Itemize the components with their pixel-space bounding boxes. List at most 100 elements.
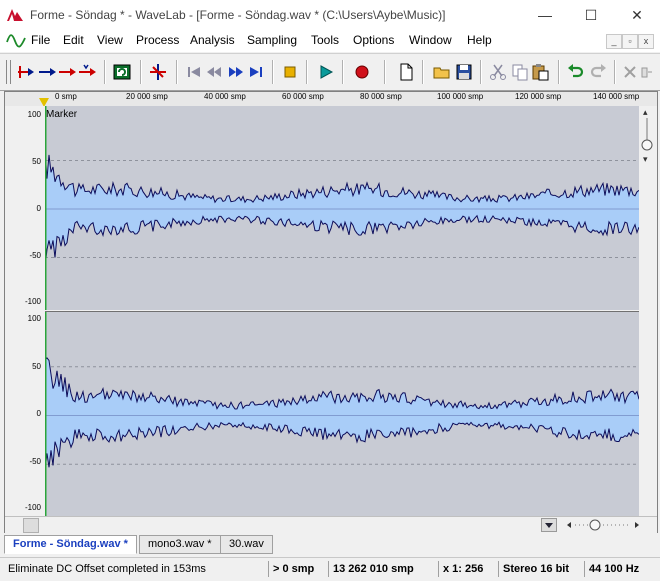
marker-next-icon[interactable] bbox=[58, 62, 78, 82]
menu-process[interactable]: Process bbox=[136, 33, 179, 47]
time-ruler[interactable]: 0 smp 20 000 smp 40 000 smp 60 000 smp 8… bbox=[5, 92, 657, 107]
go-start-icon[interactable] bbox=[184, 62, 204, 82]
waveform-left bbox=[45, 106, 639, 310]
y-axis-top: 100 50 0 -50 -100 bbox=[5, 106, 45, 310]
marker-set-icon[interactable] bbox=[78, 62, 98, 82]
maximize-button[interactable]: ☐ bbox=[568, 0, 614, 30]
document-tabs: Forme - Söndag.wav * mono3.wav * 30.wav bbox=[0, 533, 660, 555]
toolbar-separator bbox=[272, 60, 274, 84]
tab-30[interactable]: 30.wav bbox=[220, 535, 273, 554]
split-icon[interactable] bbox=[148, 62, 168, 82]
ruler-label: 120 000 smp bbox=[515, 92, 562, 101]
toolbar-grip[interactable] bbox=[6, 60, 11, 84]
toolbar-separator bbox=[480, 60, 482, 84]
y-label: 0 bbox=[36, 204, 41, 213]
trim-icon[interactable] bbox=[640, 62, 660, 82]
menu-window[interactable]: Window bbox=[409, 33, 452, 47]
copy-icon[interactable] bbox=[510, 62, 530, 82]
toolbar-separator bbox=[614, 60, 616, 84]
minimize-button[interactable]: — bbox=[522, 0, 568, 30]
y-label: 100 bbox=[27, 314, 41, 323]
stop-icon[interactable] bbox=[280, 62, 300, 82]
redo-icon[interactable] bbox=[588, 62, 608, 82]
go-end-icon[interactable] bbox=[246, 62, 266, 82]
marker-label: Marker bbox=[46, 109, 78, 120]
status-zoom[interactable]: x 1: 256 bbox=[438, 561, 483, 577]
wave-icon[interactable] bbox=[6, 33, 26, 49]
toolbar-separator bbox=[104, 60, 106, 84]
menu-tools[interactable]: Tools bbox=[311, 33, 339, 47]
record-icon[interactable] bbox=[352, 62, 372, 82]
paste-icon[interactable] bbox=[530, 62, 550, 82]
waveform-right bbox=[45, 312, 639, 517]
ruler-label: 140 000 smp bbox=[593, 92, 640, 101]
y-label: -100 bbox=[24, 503, 41, 512]
menu-help[interactable]: Help bbox=[467, 33, 492, 47]
channel-right[interactable] bbox=[45, 311, 639, 517]
new-file-icon[interactable] bbox=[396, 62, 416, 82]
cut-icon[interactable] bbox=[488, 62, 508, 82]
channel-left[interactable] bbox=[45, 106, 639, 310]
rewind-icon[interactable] bbox=[204, 62, 224, 82]
delete-icon[interactable] bbox=[620, 62, 640, 82]
status-message: Eliminate DC Offset completed in 153ms bbox=[8, 563, 206, 575]
save-icon[interactable] bbox=[454, 62, 474, 82]
mdi-restore-button[interactable]: ▫ bbox=[622, 34, 638, 49]
tab-mono3[interactable]: mono3.wav * bbox=[139, 535, 221, 554]
toolbar-separator bbox=[422, 60, 424, 84]
y-label: -100 bbox=[24, 297, 41, 306]
loop-icon[interactable] bbox=[112, 62, 132, 82]
y-label: 50 bbox=[32, 157, 41, 166]
mdi-minimize-button[interactable]: _ bbox=[606, 34, 622, 49]
y-label: 0 bbox=[36, 409, 41, 418]
y-label: -50 bbox=[29, 457, 41, 466]
menu-analysis[interactable]: Analysis bbox=[190, 33, 235, 47]
toolbar-separator bbox=[140, 60, 142, 84]
horizontal-scrollbar[interactable] bbox=[5, 516, 657, 533]
ruler-label: 0 smp bbox=[55, 92, 77, 101]
play-icon[interactable] bbox=[316, 62, 336, 82]
waveform-fill bbox=[45, 357, 639, 471]
scroll-thumb[interactable] bbox=[39, 519, 537, 531]
open-folder-icon[interactable] bbox=[432, 62, 452, 82]
status-length[interactable]: 13 262 010 smp bbox=[328, 561, 414, 577]
y-label: 50 bbox=[32, 362, 41, 371]
close-button[interactable]: ✕ bbox=[614, 0, 660, 30]
y-axis-bottom: 100 50 0 -50 -100 bbox=[5, 311, 45, 516]
menu-edit[interactable]: Edit bbox=[63, 33, 84, 47]
wave-editor: 0 smp 20 000 smp 40 000 smp 60 000 smp 8… bbox=[4, 91, 658, 533]
marker-start-icon[interactable] bbox=[16, 62, 36, 82]
fast-forward-icon[interactable] bbox=[226, 62, 246, 82]
scroll-left-button[interactable] bbox=[23, 518, 39, 533]
marker-play-icon[interactable] bbox=[38, 62, 58, 82]
toolbar-separator bbox=[558, 60, 560, 84]
menu-bar: File Edit View Process Analysis Sampling… bbox=[0, 30, 660, 52]
toolbar-separator bbox=[384, 60, 386, 84]
y-label: 100 bbox=[27, 110, 41, 119]
horizontal-zoom-slider-icon[interactable] bbox=[565, 518, 641, 532]
wavelab-logo-icon bbox=[7, 9, 23, 21]
svg-text:▴: ▴ bbox=[643, 107, 648, 117]
svg-text:▾: ▾ bbox=[643, 154, 648, 164]
menu-view[interactable]: View bbox=[97, 33, 123, 47]
tab-forme-sondag[interactable]: Forme - Söndag.wav * bbox=[4, 535, 137, 554]
status-position[interactable]: > 0 smp bbox=[268, 561, 314, 577]
scroll-down-icon[interactable] bbox=[541, 518, 557, 532]
toolbar-separator bbox=[342, 60, 344, 84]
title-bar: Forme - Söndag * - WaveLab - [Forme - Sö… bbox=[0, 0, 660, 30]
status-format[interactable]: Stereo 16 bit bbox=[498, 561, 569, 577]
vertical-zoom[interactable]: ▴ ▾ bbox=[639, 106, 655, 518]
toolbar bbox=[0, 53, 660, 91]
vertical-zoom-slider-icon[interactable]: ▴ ▾ bbox=[639, 106, 655, 166]
status-rate[interactable]: 44 100 Hz bbox=[584, 561, 639, 577]
toolbar-separator bbox=[306, 60, 308, 84]
undo-icon[interactable] bbox=[566, 62, 586, 82]
status-bar: Eliminate DC Offset completed in 153ms >… bbox=[0, 557, 660, 581]
menu-sampling[interactable]: Sampling bbox=[247, 33, 297, 47]
mdi-close-button[interactable]: x bbox=[638, 34, 654, 49]
y-label: -50 bbox=[29, 251, 41, 260]
menu-file[interactable]: File bbox=[31, 33, 50, 47]
ruler-label: 100 000 smp bbox=[437, 92, 484, 101]
menu-options[interactable]: Options bbox=[353, 33, 394, 47]
ruler-label: 20 000 smp bbox=[126, 92, 168, 101]
